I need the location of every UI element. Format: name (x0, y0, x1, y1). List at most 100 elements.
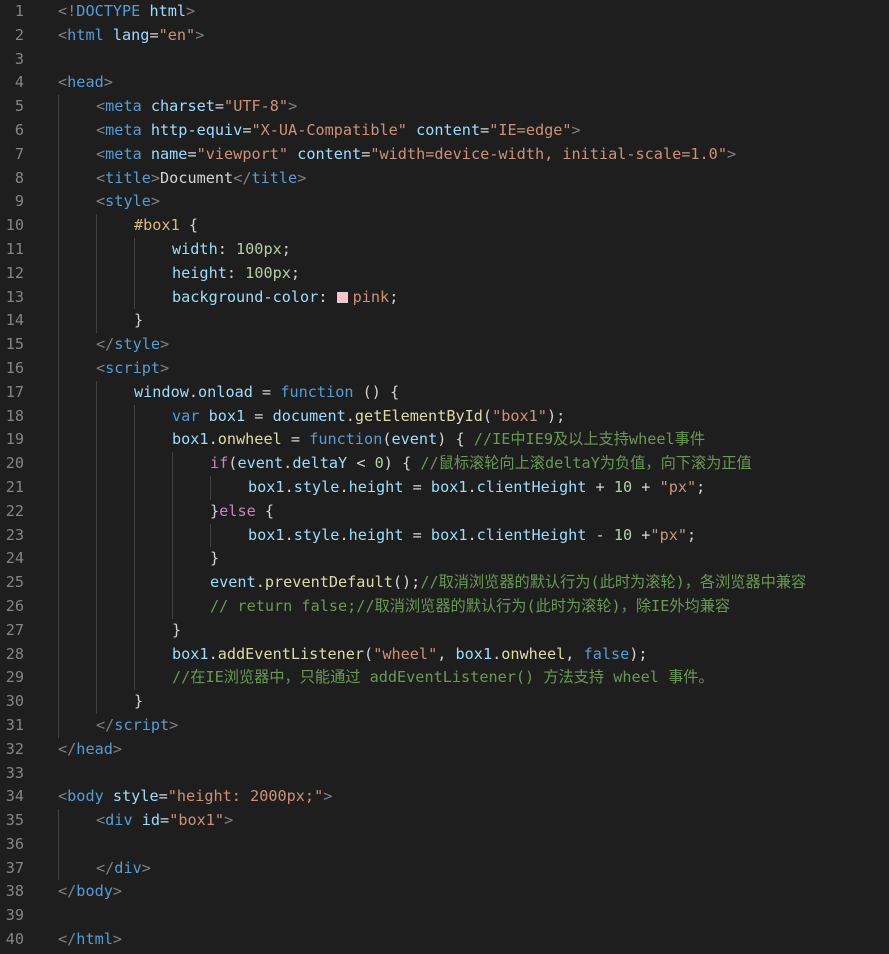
indent-guide (134, 428, 135, 453)
code-line[interactable]: 2 <html lang="en"> (0, 24, 889, 48)
code-token: height (348, 525, 404, 544)
code-token: ) { (383, 454, 421, 473)
code-token: onwheel (501, 644, 566, 663)
code-token: < (96, 811, 106, 830)
line-number: 24 (5, 549, 24, 568)
code-line[interactable]: 26 // return false;//取消浏览器的默认行为(此时为滚轮)，除I… (0, 594, 889, 619)
code-text: <div id="box1"> (96, 809, 233, 833)
code-token: } (172, 620, 182, 639)
code-line[interactable]: 5 <meta charset="UTF-8"> (0, 95, 889, 119)
indent-guide (96, 237, 97, 262)
code-token: "viewport" (196, 144, 289, 163)
code-line[interactable]: 18 var box1 = document.getElementById("bo… (0, 404, 889, 429)
code-token: . (255, 573, 265, 592)
code-line[interactable]: 25 event.preventDefault();//取消浏览器的默认行为(此时… (0, 571, 889, 595)
line-number: 32 (5, 739, 24, 758)
code-line[interactable]: 32 </head> (0, 738, 889, 762)
code-line[interactable]: 37 </div> (0, 856, 889, 881)
code-text: </head> (58, 738, 122, 762)
code-token: . (492, 644, 502, 663)
code-line[interactable]: 33 (0, 762, 889, 786)
code-line[interactable]: 9 <style> (0, 190, 889, 215)
indent-guide (58, 285, 59, 310)
code-token: content (406, 120, 481, 139)
code-token: </ (58, 930, 77, 949)
code-token: box1 (248, 525, 285, 544)
code-editor[interactable]: 1 <!DOCTYPE html> 2 <html lang="en"> 3 4 <head… (0, 0, 889, 954)
code-token: box1 (430, 525, 468, 544)
code-line[interactable]: 17 window.onload = function () { (0, 380, 889, 405)
code-token: </ (96, 715, 115, 734)
code-token: ; (290, 263, 301, 282)
code-text: var box1 = document.getElementById("box1… (172, 405, 565, 429)
code-line[interactable]: 4 <head> (0, 71, 889, 95)
code-line[interactable]: 16 <script> (0, 356, 889, 381)
code-token: . (345, 406, 355, 425)
code-token: onload (198, 382, 253, 401)
code-line[interactable]: 30} (0, 690, 889, 714)
code-line[interactable]: 3 (0, 48, 889, 72)
code-line[interactable]: 39 (0, 904, 889, 928)
code-token: script (105, 358, 161, 377)
code-line[interactable]: 34 <body style="height: 2000px;"> (0, 785, 889, 809)
code-token: </ (96, 335, 115, 354)
line-number: 40 (5, 930, 24, 949)
code-line[interactable]: 12 height: 100px; (0, 261, 889, 286)
code-line[interactable]: 38 </body> (0, 880, 889, 904)
code-token: = (160, 811, 170, 830)
code-line[interactable]: 20 if(event.deltaY < 0) { //鼠标滚轮向上滚deltaY… (0, 452, 889, 476)
code-line[interactable]: 24} (0, 547, 889, 572)
code-line[interactable]: 27} (0, 618, 889, 643)
line-number: 7 (14, 144, 24, 163)
line-number: 13 (5, 287, 24, 306)
indent-guide (58, 571, 59, 595)
code-text: <meta http-equiv = "X-UA-Compatible" conte… (96, 119, 581, 143)
code-token: // return false;//取消浏览器的默认行为(此时为滚轮)，除IE外… (210, 596, 731, 615)
code-line[interactable]: 21 box1.style.height = box1.clientHeight … (0, 475, 889, 500)
code-line[interactable]: 22}else { (0, 499, 889, 524)
code-token: event (210, 573, 256, 592)
line-number: 26 (5, 596, 24, 615)
code-text: </body> (58, 880, 122, 904)
color-swatch-icon[interactable] (336, 291, 348, 303)
line-number: 8 (14, 168, 24, 187)
code-line[interactable]: 14} (0, 309, 889, 334)
indent-guide (58, 547, 59, 572)
code-line[interactable]: 36 (0, 832, 889, 857)
code-line[interactable]: 23 box1.style.height = box1.clientHeight … (0, 523, 889, 548)
code-line[interactable]: 8 <title>Document</title> (0, 166, 889, 191)
indent-guide (134, 642, 135, 667)
code-token: preventDefault (264, 573, 393, 592)
code-token: > (224, 811, 234, 830)
line-number: 19 (5, 430, 24, 449)
indent-guide (58, 832, 59, 857)
code-line[interactable]: 35 <div id="box1"> (0, 809, 889, 833)
indent-guide (134, 404, 135, 429)
indent-guide (96, 404, 97, 429)
code-token: //IE中IE9及以上支持wheel事件 (473, 430, 706, 449)
code-text: box1.onwheel = function(event) { //IE中IE… (172, 428, 705, 452)
indent-guide (96, 523, 97, 548)
indent-guide (96, 452, 97, 476)
code-line[interactable]: 31 </script> (0, 713, 889, 738)
indent-guide (58, 428, 59, 453)
line-number: 23 (5, 525, 24, 544)
code-line[interactable]: 7 <meta name="viewport" content="width=de… (0, 142, 889, 167)
code-token: = (245, 406, 273, 425)
code-token: box1 (248, 477, 285, 496)
code-token: > (726, 144, 737, 163)
code-line[interactable]: 11 width: 100px; (0, 237, 889, 262)
code-token: function (280, 382, 354, 401)
code-token: + (632, 477, 660, 496)
code-line[interactable]: 19 box1.onwheel = function(event) { //IE中… (0, 428, 889, 453)
code-line[interactable]: 29 //在IE浏览器中，只能通过 addEventListener() 方法支持… (0, 666, 889, 691)
code-line[interactable]: 6 <meta http-equiv = "X-UA-Compatible" cont… (0, 118, 889, 143)
line-number: 30 (5, 692, 24, 711)
code-line[interactable]: 10 #box1 { (0, 214, 889, 238)
code-line[interactable]: 40 </html> (0, 928, 889, 952)
code-line[interactable]: 1 <!DOCTYPE html> (0, 0, 889, 24)
code-line[interactable]: 15 </style> (0, 333, 889, 357)
code-text: </div> (96, 857, 151, 881)
code-line[interactable]: 28 box1.addEventListener("wheel", box1.on… (0, 642, 889, 667)
code-line[interactable]: 13 background-color: pink; (0, 285, 889, 310)
